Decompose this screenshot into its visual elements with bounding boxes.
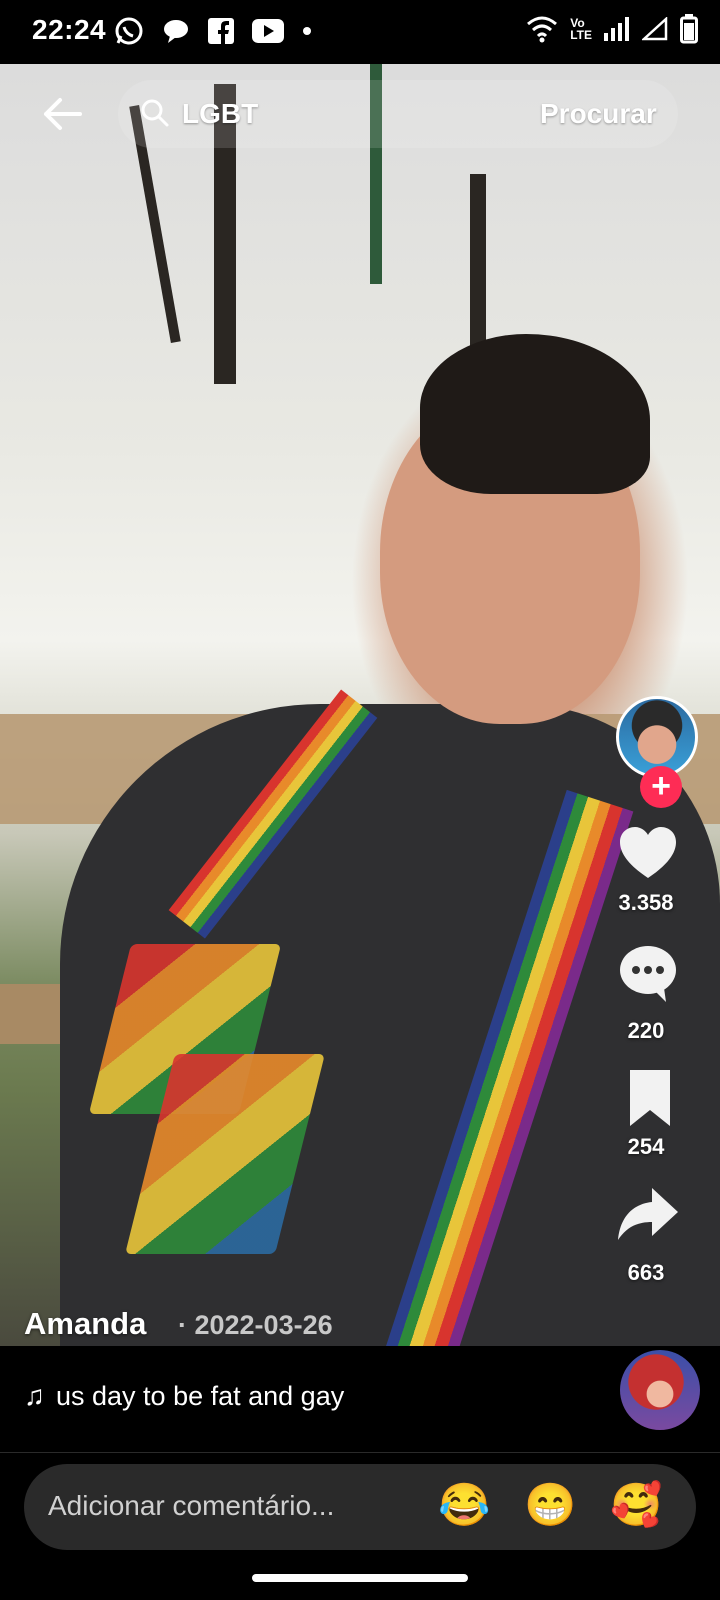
signal-outline-icon [642,17,668,41]
bookmark-icon[interactable] [618,1066,682,1130]
share-arrow-icon[interactable] [616,1182,680,1246]
whatsapp-icon [115,17,143,45]
like-count: 3.358 [618,890,674,915]
volte-icon: Vo LTE [570,16,592,42]
status-time: 22:24 [32,14,107,45]
home-indicator[interactable] [252,1574,468,1582]
divider [0,1452,720,1453]
wifi-icon [527,16,558,43]
comment-icon[interactable] [616,940,680,1004]
emoji-tears-of-joy-button[interactable]: 😂 [438,1480,490,1530]
search-query[interactable]: LGBT [182,98,258,130]
battery-icon [680,14,698,44]
signal-icon [604,17,629,41]
status-bar: 22:24 Vo LTE [0,0,720,64]
post-date: · 2022-03-26 [178,1310,333,1340]
music-note-icon: ♫ [24,1380,45,1411]
heart-icon[interactable] [616,822,680,886]
notification-icons [114,16,312,46]
dot-icon [303,27,311,35]
follow-button[interactable]: + [640,766,682,808]
search-icon [141,99,169,127]
comment-count: 220 [627,1018,665,1043]
emoji-grin-button[interactable]: 😁 [524,1480,576,1530]
facebook-icon [208,18,234,44]
youtube-icon [252,19,284,43]
back-arrow-icon[interactable] [40,92,84,136]
save-count: 254 [627,1134,665,1159]
author-name[interactable]: Amanda [24,1306,146,1342]
emoji-hearts-button[interactable]: 🥰 [610,1480,662,1530]
video-caption[interactable]: us day to be fat and gay [56,1381,386,1412]
search-button[interactable]: Procurar [540,98,657,130]
share-count: 663 [627,1260,665,1285]
comment-placeholder[interactable]: Adicionar comentário... [48,1490,334,1522]
sound-disc-avatar[interactable] [620,1350,700,1430]
system-icons: Vo LTE [526,14,698,44]
person-hair [420,334,650,494]
chat-bubble-icon [164,20,188,43]
